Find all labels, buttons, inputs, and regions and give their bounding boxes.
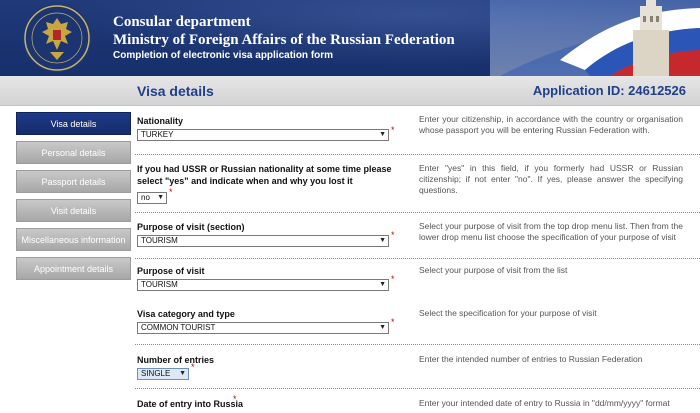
nationality-value: TURKEY: [141, 130, 174, 139]
chevron-down-icon: ▼: [379, 324, 386, 331]
header-flag-building-art: [490, 0, 700, 76]
purpose-section-value: TOURISM: [141, 236, 178, 245]
ussr-nationality-help: Enter "yes" in this field, if you former…: [419, 163, 683, 195]
visa-category-label: Visa category and type: [137, 309, 235, 319]
sidebar-item-visa-details[interactable]: Visa details: [16, 112, 131, 135]
required-marker: *: [391, 317, 395, 327]
purpose-row: Purpose of visit TOURISM ▼ * Select your…: [135, 259, 700, 301]
entries-label: Number of entries: [137, 355, 215, 365]
nationality-help: Enter your citizenship, in accordance wi…: [419, 114, 683, 135]
entry-date-help: Enter your intended date of entry to Rus…: [419, 398, 670, 408]
sidebar-item-passport-details[interactable]: Passport details: [16, 170, 131, 193]
required-marker: *: [391, 274, 395, 284]
entries-select[interactable]: SINGLE ▼: [137, 368, 189, 380]
nationality-label: Nationality: [137, 116, 184, 126]
chevron-down-icon: ▼: [379, 281, 386, 288]
chevron-down-icon: ▼: [179, 370, 186, 377]
sidebar-item-visit-details[interactable]: Visit details: [16, 199, 131, 222]
nationality-row: Nationality TURKEY ▼ * Enter your citize…: [135, 108, 700, 155]
purpose-section-row: Purpose of visit (section) TOURISM ▼ * S…: [135, 213, 700, 259]
entry-date-row: Date of entry into Russia * Enter your i…: [135, 389, 700, 413]
ussr-nationality-value: no: [141, 193, 150, 202]
required-marker: *: [233, 394, 237, 404]
entry-date-label: Date of entry into Russia: [137, 399, 244, 409]
purpose-select[interactable]: TOURISM ▼: [137, 279, 389, 291]
ussr-nationality-select[interactable]: no ▼: [137, 192, 167, 204]
visa-category-value: COMMON TOURIST: [141, 323, 216, 332]
header-ministry: Ministry of Foreign Affairs of the Russi…: [113, 32, 455, 48]
chevron-down-icon: ▼: [379, 131, 386, 138]
purpose-section-label: Purpose of visit (section): [137, 222, 245, 232]
ussr-nationality-label: If you had USSR or Russian nationality a…: [137, 164, 392, 186]
sidebar-nav: Visa details Personal details Passport d…: [16, 112, 131, 286]
sidebar-item-miscellaneous-information[interactable]: Miscellaneous information: [16, 228, 131, 251]
ministry-emblem-icon: [22, 4, 92, 72]
purpose-section-help: Select your purpose of visit from the to…: [419, 221, 683, 242]
chevron-down-icon: ▼: [157, 194, 164, 201]
nationality-select[interactable]: TURKEY ▼: [137, 129, 389, 141]
sidebar-item-personal-details[interactable]: Personal details: [16, 141, 131, 164]
sidebar-item-appointment-details[interactable]: Appointment details: [16, 257, 131, 280]
site-header: Consular department Ministry of Foreign …: [0, 0, 700, 76]
application-id: Application ID: 24612526: [532, 83, 686, 98]
entries-value: SINGLE: [141, 369, 171, 378]
page-title: Visa details: [137, 83, 214, 99]
purpose-label: Purpose of visit: [137, 266, 205, 276]
ussr-nationality-row: If you had USSR or Russian nationality a…: [135, 155, 700, 213]
chevron-down-icon: ▼: [379, 237, 386, 244]
purpose-section-select[interactable]: TOURISM ▼: [137, 235, 389, 247]
entries-row: Number of entries SINGLE ▼ * Enter the i…: [135, 345, 700, 389]
required-marker: *: [391, 125, 395, 135]
required-marker: *: [391, 230, 395, 240]
title-bar: Visa details Application ID: 24612526: [0, 76, 700, 106]
required-marker: *: [191, 362, 195, 372]
header-department: Consular department: [113, 14, 251, 30]
entries-help: Enter the intended number of entries to …: [419, 354, 643, 364]
required-marker: *: [169, 187, 173, 197]
visa-category-row: Visa category and type COMMON TOURIST ▼ …: [135, 301, 700, 345]
purpose-help: Select your purpose of visit from the li…: [419, 265, 568, 275]
visa-category-help: Select the specification for your purpos…: [419, 308, 597, 318]
header-subtitle: Completion of electronic visa applicatio…: [113, 50, 334, 61]
purpose-value: TOURISM: [141, 280, 178, 289]
visa-category-select[interactable]: COMMON TOURIST ▼: [137, 322, 389, 334]
visa-details-form: Nationality TURKEY ▼ * Enter your citize…: [135, 108, 700, 413]
header-titles: Consular department Ministry of Foreign …: [113, 14, 455, 62]
